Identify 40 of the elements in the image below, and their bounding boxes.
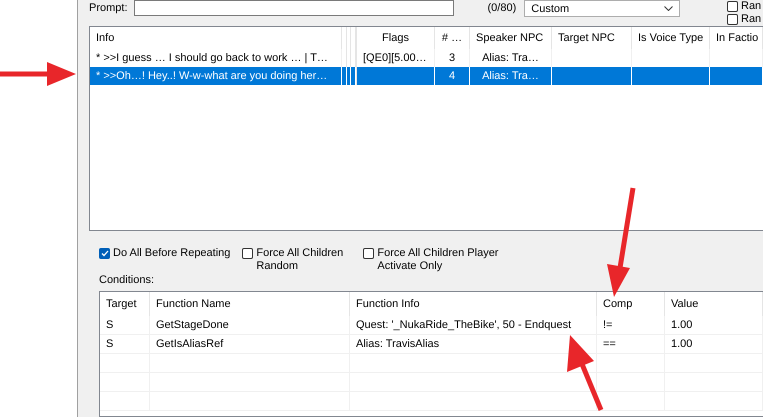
table-cell: 4 [435,67,470,85]
column-header[interactable]: Value [665,292,763,316]
checkbox[interactable] [242,248,254,260]
table-cell: Alias: Tra… [470,67,552,85]
column-header[interactable]: # … [435,27,470,49]
table-cell: 1.00 [665,335,763,354]
character-counter: (0/80) [488,1,516,16]
column-header[interactable]: Target [100,292,150,316]
checkbox-label: Force All Children Player Activate Only [377,247,500,274]
table-cell: GetIsAliasRef [150,335,350,354]
checkbox-label: Ran [741,13,762,26]
column-header[interactable]: Is Voice Type [632,27,710,49]
column-header[interactable]: Function Name [150,292,350,316]
column-header[interactable]: Target NPC [552,27,632,49]
prompt-label: Prompt: [89,1,128,16]
conditions-label: Conditions: [99,273,154,288]
prompt-field[interactable] [134,0,454,16]
table-row[interactable]: * >>Oh…! Hey..! W-w-what are you doing her… 4 Alias: Tra… [90,67,763,85]
column-header[interactable]: Flags [357,27,435,49]
checkbox[interactable] [727,1,738,12]
table-cell: S [100,316,150,334]
table-cell: * >>Oh…! Hey..! W-w-what are you doing her… [90,67,342,85]
table-cell: GetStageDone [150,316,350,334]
column-header[interactable]: Info [90,27,342,49]
chevron-down-icon [664,6,674,11]
column-header[interactable]: Function Info [350,292,597,316]
checkbox-label: Force All Children Random [256,247,344,274]
column-header[interactable]: Speaker NPC [470,27,552,49]
checkbox-label: Do All Before Repeating [113,247,230,260]
checkbox[interactable] [727,14,738,25]
table-cell: S [100,335,150,354]
table-cell: 1.00 [665,316,763,334]
table-cell: != [597,316,665,334]
checkbox-label: Ran [741,0,762,13]
column-header[interactable]: In Factio [710,27,763,49]
emotion-dropdown[interactable]: Custom [524,0,680,17]
checkbox[interactable] [363,248,374,260]
table-cell: Quest: '_NukaRide_TheBike', 50 - Endquest [350,316,597,334]
table-cell: == [597,335,665,354]
checkbox[interactable] [99,248,110,260]
